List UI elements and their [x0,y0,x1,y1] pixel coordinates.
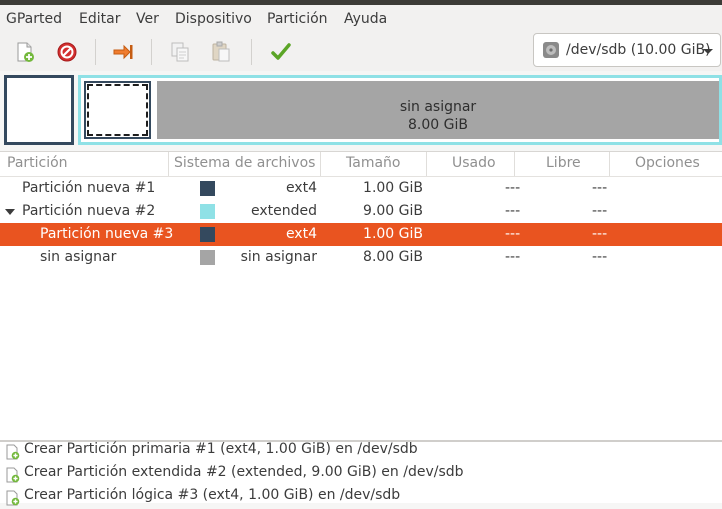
header-used[interactable]: Usado [452,155,496,171]
operation-text: Crear Partición primaria #1 (ext4, 1.00 … [24,441,418,457]
disk-map: sin asignar 8.00 GiB [0,71,722,149]
partition-name: Partición nueva #1 [22,180,156,196]
operation-text: Crear Partición lógica #3 (ext4, 1.00 Gi… [24,487,401,503]
list-item[interactable]: Crear Partición primaria #1 (ext4, 1.00 … [0,440,722,463]
apply-button[interactable] [265,37,297,67]
partition-name: Partición nueva #2 [22,203,156,219]
menu-ver[interactable]: Ver [136,11,159,27]
menu-dispositivo[interactable]: Dispositivo [175,11,252,27]
header-partition[interactable]: Partición [7,155,68,171]
toolbar-separator [95,39,96,65]
device-selector-label: /dev/sdb (10.00 GiB) [566,42,711,58]
filesystem-color-swatch [200,227,215,242]
column-separator [168,152,169,176]
partition-free: --- [592,180,608,196]
partition-table: Partición Sistema de archivos Tamaño Usa… [0,151,722,441]
delete-icon [57,42,77,62]
toolbar-separator [151,39,152,65]
table-row[interactable]: Partición nueva #2 extended 9.00 GiB ---… [0,200,722,223]
partition-free: --- [592,203,608,219]
disk-icon [542,41,560,63]
partition-used: --- [505,203,521,219]
column-separator [514,152,515,176]
new-partition-icon [17,42,34,62]
header-size[interactable]: Tamaño [346,155,400,171]
partition-filesystem: extended [250,203,317,219]
header-options[interactable]: Opciones [635,155,700,171]
filesystem-color-swatch [200,204,215,219]
new-partition-button[interactable] [9,37,41,67]
partition-size: 1.00 GiB [363,226,423,242]
filesystem-color-swatch [200,250,215,265]
expander-arrow-icon[interactable] [5,209,15,215]
partition-filesystem: sin asignar [240,249,317,265]
pending-operations-list: Crear Partición primaria #1 (ext4, 1.00 … [0,440,722,506]
operation-text: Crear Partición extendida #2 (extended, … [24,464,464,480]
partition-used: --- [505,249,521,265]
partition-free: --- [592,249,608,265]
menu-bar: GParted Editar Ver Dispositivo Partición… [0,5,722,33]
partition-filesystem: ext4 [285,180,317,196]
table-row-selected[interactable]: Partición nueva #3 ext4 1.00 GiB --- --- [0,223,722,246]
diskmap-unallocated-label: sin asignar [399,99,477,115]
apply-checkmark-icon [271,43,291,60]
column-separator [609,152,610,176]
new-partition-icon [6,467,20,483]
diskmap-unallocated[interactable]: sin asignar 8.00 GiB [157,81,719,139]
selection-marquee [87,84,148,136]
resize-move-button[interactable] [107,37,139,67]
new-partition-icon [6,444,20,460]
diskmap-unallocated-size: 8.00 GiB [408,117,468,133]
partition-size: 9.00 GiB [363,203,423,219]
table-row[interactable]: sin asignar sin asignar 8.00 GiB --- --- [0,246,722,269]
filesystem-color-swatch [200,181,215,196]
partition-filesystem: ext4 [285,226,317,242]
toolbar-separator [251,39,252,65]
partition-size: 1.00 GiB [363,180,423,196]
header-free[interactable]: Libre [546,155,581,171]
copy-icon [171,42,189,62]
partition-free: --- [592,226,608,242]
resize-move-icon [113,44,133,60]
column-separator [320,152,321,176]
list-item[interactable]: Crear Partición extendida #2 (extended, … [0,463,722,486]
partition-name: Partición nueva #3 [40,226,174,242]
paste-button[interactable] [205,37,237,67]
menu-gparted[interactable]: GParted [6,11,62,27]
menu-editar[interactable]: Editar [79,11,120,27]
paste-icon [212,41,230,62]
device-selector[interactable]: /dev/sdb (10.00 GiB) [533,33,721,67]
menu-particion[interactable]: Partición [267,11,328,27]
list-item[interactable]: Crear Partición lógica #3 (ext4, 1.00 Gi… [0,486,722,509]
diskmap-partition-1[interactable] [4,75,74,145]
delete-button[interactable] [51,37,83,67]
header-filesystem[interactable]: Sistema de archivos [174,155,315,171]
partition-size: 8.00 GiB [363,249,423,265]
partition-used: --- [505,180,521,196]
partition-used: --- [505,226,521,242]
menu-ayuda[interactable]: Ayuda [344,11,387,27]
copy-button[interactable] [164,37,196,67]
diskmap-extended-partition[interactable]: sin asignar 8.00 GiB [78,75,722,145]
new-partition-icon [6,490,20,506]
table-row[interactable]: Partición nueva #1 ext4 1.00 GiB --- --- [0,177,722,200]
table-header: Partición Sistema de archivos Tamaño Usa… [0,152,722,177]
chevron-down-icon [703,49,713,54]
partition-name: sin asignar [40,249,117,265]
column-separator [426,152,427,176]
diskmap-partition-3[interactable] [84,81,151,139]
